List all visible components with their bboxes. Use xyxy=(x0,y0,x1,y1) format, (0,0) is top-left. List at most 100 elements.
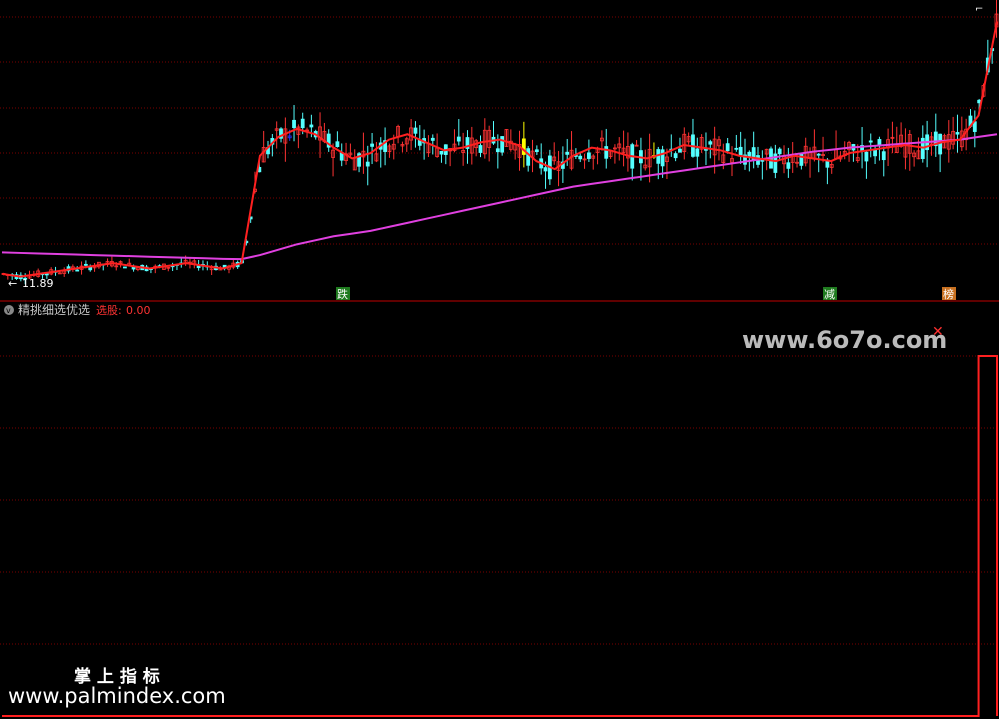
stock-chart-window: ← 11.89 ⌐ 跌 减 榜 v 精挑细选优选 选股: 0.00 www.6o… xyxy=(0,0,999,719)
candle-body xyxy=(439,150,444,155)
candle xyxy=(890,121,895,154)
candle xyxy=(487,125,492,162)
candle-body xyxy=(335,141,340,147)
candle xyxy=(422,129,427,160)
candle xyxy=(105,258,110,267)
candle-body xyxy=(777,148,782,155)
candle-body xyxy=(526,148,531,166)
candle-body xyxy=(495,148,500,153)
candle xyxy=(847,140,851,162)
candle xyxy=(916,137,921,160)
candle-body xyxy=(413,127,418,134)
candle xyxy=(743,138,747,170)
candle-body xyxy=(738,146,743,157)
site-watermark: www.6o7o.com xyxy=(742,326,947,354)
candle xyxy=(361,132,366,174)
signal-tag-2[interactable]: 减 xyxy=(823,287,837,301)
candle xyxy=(816,153,821,173)
candle xyxy=(717,136,721,161)
candle xyxy=(586,139,591,162)
candle xyxy=(478,135,483,158)
candle xyxy=(751,131,756,169)
candle xyxy=(643,149,648,171)
candle xyxy=(938,133,943,173)
candle xyxy=(443,144,448,165)
candle-body xyxy=(864,151,869,162)
candle-body xyxy=(734,147,739,150)
candle-body xyxy=(478,145,483,153)
svg-text:减: 减 xyxy=(824,288,835,301)
candle xyxy=(326,129,331,152)
candle xyxy=(582,153,587,169)
candle xyxy=(534,145,539,156)
candle xyxy=(426,135,431,158)
candle xyxy=(261,130,266,163)
indicator-name[interactable]: 精挑细选优选 xyxy=(18,303,90,317)
candle xyxy=(951,116,956,150)
butterfly-icon: ✕ xyxy=(932,324,944,340)
candle xyxy=(881,146,886,177)
candle xyxy=(439,150,444,163)
candle-body xyxy=(586,152,591,159)
indicator-line xyxy=(2,355,998,717)
candle xyxy=(829,160,834,174)
candle-body xyxy=(673,153,678,159)
candle xyxy=(621,130,626,167)
candle-body xyxy=(123,266,127,269)
chart-canvas: ← 11.89 ⌐ 跌 减 榜 v 精挑细选优选 选股: 0.00 www.6o… xyxy=(0,0,999,717)
candle xyxy=(691,118,695,158)
upper-grid xyxy=(0,16,999,245)
candle xyxy=(933,113,938,157)
candle xyxy=(400,141,405,153)
candle xyxy=(62,267,67,277)
candle xyxy=(929,131,934,156)
candle xyxy=(734,134,739,152)
candle xyxy=(630,142,635,181)
candle xyxy=(166,266,171,272)
candle xyxy=(461,132,466,166)
candle xyxy=(907,129,912,171)
signal-tag-3[interactable]: 榜 xyxy=(942,287,956,301)
candle xyxy=(110,256,114,268)
candle-body xyxy=(708,141,713,145)
candle xyxy=(894,126,899,154)
candle xyxy=(383,127,387,166)
candle xyxy=(123,266,127,269)
candle xyxy=(335,131,340,148)
candle xyxy=(374,141,379,163)
candle xyxy=(474,138,479,157)
candle xyxy=(378,137,383,168)
candle xyxy=(959,116,964,151)
candle xyxy=(678,137,682,153)
candle xyxy=(404,136,409,152)
candle-body xyxy=(365,161,370,167)
candle xyxy=(682,127,687,160)
candle xyxy=(903,128,908,170)
candle xyxy=(370,132,374,165)
signal-tag-1[interactable]: 跌 xyxy=(336,287,350,301)
candle xyxy=(283,117,288,162)
candle xyxy=(760,150,765,180)
candle-body xyxy=(725,143,730,152)
candle-body xyxy=(868,140,873,143)
candle xyxy=(626,132,630,172)
candle xyxy=(777,147,782,160)
candle xyxy=(352,149,357,171)
candle xyxy=(521,121,526,168)
candle xyxy=(318,112,322,158)
candle xyxy=(504,129,509,147)
candle xyxy=(552,142,557,165)
candle xyxy=(396,124,400,144)
candle-body xyxy=(816,153,821,156)
candle xyxy=(526,146,531,172)
candle-body xyxy=(75,269,80,272)
candlesticks xyxy=(1,0,999,285)
candle xyxy=(569,131,574,171)
candle xyxy=(274,121,279,149)
candle xyxy=(539,143,544,175)
candle-body xyxy=(534,149,539,153)
candle xyxy=(413,121,418,148)
candle-body xyxy=(695,148,700,157)
candle xyxy=(339,143,344,167)
candle xyxy=(417,125,422,151)
